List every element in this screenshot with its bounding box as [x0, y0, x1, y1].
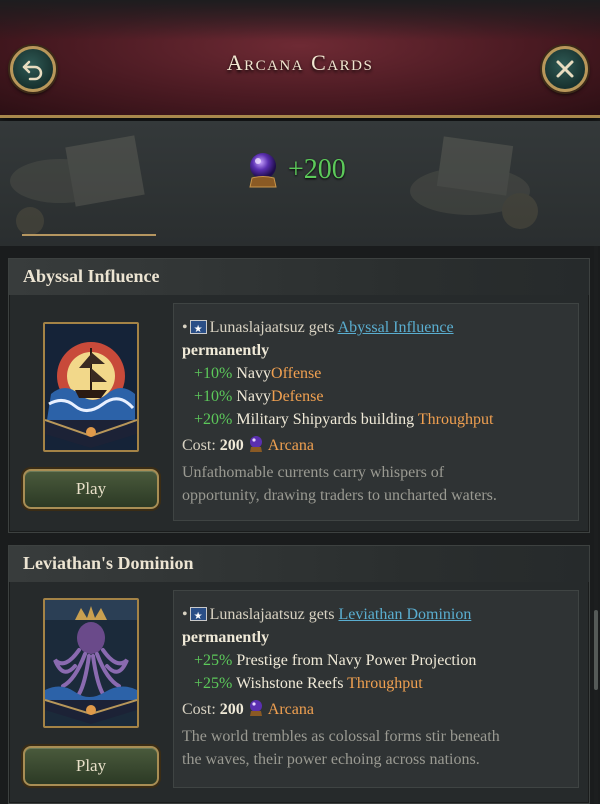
card-panel-leviathans-dominion: Leviathan's Dominion Play • Lunaslajaatsu… [8, 545, 590, 804]
modifier-row: +10% NavyDefense [182, 385, 570, 408]
modifier-label: Navy [236, 388, 272, 405]
gets-text: gets [308, 606, 335, 623]
modifier-row: +10% NavyOffense [182, 362, 570, 385]
cost-currency[interactable]: Arcana [268, 701, 314, 718]
effect-link[interactable]: Leviathan Dominion [338, 606, 471, 623]
close-button[interactable] [542, 46, 588, 92]
flavor-text: Unfathomable currents carry whispers of … [182, 461, 570, 507]
effect-line: • Lunaslajaatsuz gets Abyssal Influence [182, 316, 570, 341]
crystal-ball-icon [249, 436, 262, 452]
cost-currency[interactable]: Arcana [268, 437, 314, 454]
modifier-label: Military Shipyards building [236, 411, 415, 428]
modifier-value: +10% [194, 388, 233, 405]
flavor-line: the waves, their power echoing across na… [182, 751, 480, 768]
bullet: • [182, 606, 188, 623]
modifier-value: +20% [194, 411, 233, 428]
crystal-ball-icon [249, 153, 277, 188]
card-title: Leviathan's Dominion [23, 553, 194, 573]
cost-row: Cost: 200 Arcana [182, 434, 570, 457]
play-button[interactable]: Play [23, 469, 159, 509]
country-name[interactable]: Lunaslajaatsuz [210, 606, 305, 623]
modifier-value: +25% [194, 675, 233, 692]
modifier-accent[interactable]: Throughput [418, 411, 494, 428]
crystal-ball-icon [249, 700, 262, 716]
page-title: Arcana Cards [226, 50, 374, 75]
modifier-row: +25% Prestige from Navy Power Projection [182, 649, 570, 672]
cost-label: Cost: [182, 701, 216, 718]
divider [22, 234, 156, 236]
gets-text: gets [308, 319, 335, 336]
modifier-row: +20% Military Shipyards building Through… [182, 408, 570, 431]
country-flag-icon[interactable] [189, 605, 207, 628]
flavor-line: opportunity, drawing traders to uncharte… [182, 487, 497, 504]
card-effect-box: •Lunaslajaatsuz gets Leviathan Dominion … [173, 590, 579, 788]
cost-value: 200 [219, 437, 244, 454]
scrollbar-track[interactable] [594, 246, 598, 804]
arcana-gain: +200 [246, 151, 346, 189]
effect-link[interactable]: Abyssal Influence [338, 319, 454, 336]
modifier-accent[interactable]: Offense [271, 365, 321, 382]
duration-text: permanently [182, 342, 270, 359]
effect-line: • Lunaslajaatsuz gets Leviathan Dominion [182, 603, 570, 628]
modifier-label: Wishstone Reefs [236, 675, 344, 692]
flavor-line: Unfathomable currents carry whispers of [182, 464, 445, 481]
cost-label: Cost: [182, 437, 216, 454]
card-panel-abyssal-influence: Abyssal Influence Play • Lunaslajaatsuz g… [8, 258, 590, 533]
cost-row: Cost: 200 Arcana [182, 698, 570, 721]
bullet: • [182, 319, 188, 336]
card-title: Abyssal Influence [23, 266, 160, 286]
close-icon [556, 60, 574, 78]
arcana-gain-value: +200 [288, 154, 346, 185]
modifier-accent[interactable]: Throughput [347, 675, 423, 692]
flavor-line: The world trembles as colossal forms sti… [182, 728, 500, 745]
play-button[interactable]: Play [23, 746, 159, 786]
kraken-card-icon[interactable] [43, 598, 139, 728]
arcana-banner: +200 [0, 121, 600, 246]
modifier-row: +25% Wishstone Reefs Throughput [182, 672, 570, 695]
flavor-text: The world trembles as colossal forms sti… [182, 725, 570, 771]
cost-value: 200 [219, 701, 244, 718]
modifier-accent[interactable]: Defense [271, 388, 323, 405]
card-effect-box: • Lunaslajaatsuz gets Abyssal Influence p… [173, 303, 579, 521]
country-flag-icon[interactable] [189, 318, 207, 341]
modifier-value: +10% [194, 365, 233, 382]
modifier-value: +25% [194, 652, 233, 669]
modifier-label: Prestige from Navy Power Projection [236, 652, 477, 669]
header-bar: Arcana Cards [0, 0, 600, 118]
country-name[interactable]: Lunaslajaatsuz [210, 319, 305, 336]
modifier-label: Navy [236, 365, 272, 382]
duration-text: permanently [182, 629, 270, 646]
ship-card-icon[interactable] [43, 322, 139, 452]
scrollbar-thumb[interactable] [594, 610, 598, 690]
